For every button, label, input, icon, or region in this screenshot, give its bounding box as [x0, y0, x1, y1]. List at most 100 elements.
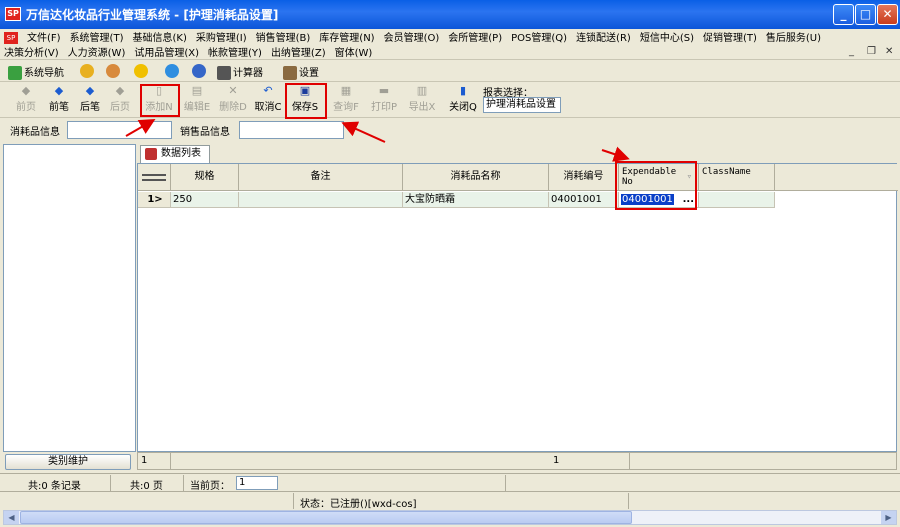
menu-item[interactable]: 窗体(W) [335, 44, 373, 59]
close-form-button[interactable]: ▮ 关闭Q [446, 85, 480, 115]
print-label: 打印P [370, 102, 398, 113]
nav-button[interactable]: 系统导航 [8, 64, 64, 80]
export-icon: ▥ [416, 84, 428, 97]
cell-classname[interactable] [699, 192, 775, 208]
nav-icon [8, 66, 22, 80]
calculator-button[interactable]: 计算器 [217, 64, 263, 80]
header-spec[interactable]: 规格 [171, 164, 239, 191]
menu-item[interactable]: 帐款管理(Y) [208, 44, 262, 59]
menu-row-1: SP 文件(F) 系统管理(T) 基础信息(K) 采购管理(I) 销售管理(B) 库存管理(… [0, 29, 830, 44]
app-logo-icon: SP [5, 7, 21, 21]
prev-record-button[interactable]: ◆ 前笔 [45, 85, 73, 115]
scroll-right-icon[interactable]: ▶ [881, 511, 896, 524]
footer-code-count: 1 [550, 453, 630, 469]
header-classname[interactable]: ClassName [699, 164, 775, 191]
next-record-button[interactable]: ◆ 后笔 [76, 85, 104, 115]
record-count: 共:0 条记录 [28, 481, 81, 492]
last-page-icon: ◆ [115, 84, 125, 97]
filter-bar: 消耗品信息 销售品信息 [0, 118, 900, 142]
category-tree-panel[interactable] [3, 144, 136, 452]
print-button[interactable]: ▬ 打印P [367, 85, 401, 115]
grid-corner-header [138, 164, 171, 191]
header-code[interactable]: 消耗编号 [549, 164, 619, 191]
menu-item[interactable]: 促销管理(T) [703, 29, 757, 44]
menu-item[interactable]: 基础信息(K) [132, 29, 186, 44]
horizontal-scrollbar[interactable]: ◀ ▶ [3, 510, 897, 525]
page-count: 共:0 页 [130, 481, 163, 492]
category-maintenance-button[interactable]: 类别维护 [5, 454, 131, 470]
window-title: 万信达化妆品行业管理系统 - [护理消耗品设置] [26, 8, 279, 22]
tab-data-list-label: 数据列表 [161, 148, 201, 159]
report-select-dropdown[interactable]: 护理消耗品设置 [483, 97, 561, 113]
export-label: 导出X [408, 102, 436, 113]
maximize-button[interactable]: □ [855, 4, 876, 25]
data-grid[interactable]: 规格 备注 消耗品名称 消耗编号 Expendable No ▿ ClassNam… [137, 163, 898, 452]
grid-footer: 1 1 [137, 452, 897, 470]
report-select: 报表选择： 护理消耗品设置 [483, 84, 561, 113]
menu-item[interactable]: 连锁配送(R) [576, 29, 631, 44]
calculator-label: 计算器 [233, 68, 263, 79]
status-divider [628, 493, 629, 509]
menu-item[interactable]: 会所管理(P) [448, 29, 502, 44]
edit-button[interactable]: ▤ 编辑E [180, 85, 214, 115]
export-button[interactable]: ▥ 导出X [405, 85, 439, 115]
close-form-label: 关闭Q [449, 102, 477, 113]
cancel-label: 取消C [254, 102, 282, 113]
menu-item[interactable]: POS管理(Q) [511, 29, 567, 44]
delete-button[interactable]: ✕ 删除D [216, 85, 250, 115]
menu-item[interactable]: 库存管理(N) [319, 29, 374, 44]
menu-item[interactable]: 人力资源(W) [68, 44, 126, 59]
globe-button[interactable] [165, 64, 181, 78]
row-indicator[interactable]: 1> [138, 192, 171, 208]
cell-code[interactable]: 04001001 [549, 192, 619, 208]
expendable-info-input[interactable] [67, 121, 172, 139]
close-button[interactable]: ✕ [877, 4, 898, 25]
menu-item[interactable]: 试用品管理(X) [134, 44, 199, 59]
registration-status: 状态：已注册()[wxd-cos] [300, 499, 417, 510]
menu-item[interactable]: 文件(F) [27, 29, 61, 44]
header-name[interactable]: 消耗品名称 [403, 164, 549, 191]
arrow-up-icon: ◆ [54, 84, 64, 97]
bell-button[interactable] [134, 64, 150, 78]
menu-item[interactable]: 会员管理(O) [384, 29, 440, 44]
menu-item[interactable]: 决策分析(V) [4, 44, 59, 59]
key-button[interactable] [80, 64, 96, 78]
first-page-icon: ◆ [21, 84, 31, 97]
tab-data-list[interactable]: 数据列表 [140, 145, 210, 163]
cell-name[interactable]: 大宝防晒霜 [403, 192, 549, 208]
cancel-button[interactable]: ↶ 取消C [252, 85, 284, 115]
query-button[interactable]: ▦ 查询F [329, 85, 363, 115]
header-remark[interactable]: 备注 [239, 164, 403, 191]
mdi-minimize-button[interactable]: _ [849, 46, 854, 57]
arrow-down-icon: ◆ [85, 84, 95, 97]
grid-menu-icon [142, 174, 166, 181]
title-bar: SP 万信达化妆品行业管理系统 - [护理消耗品设置] _ □ ✕ [0, 0, 900, 29]
status-divider [505, 475, 506, 491]
settings-button[interactable]: 设置 [283, 64, 319, 80]
current-page-label: 当前页： [190, 481, 230, 492]
cell-remark[interactable] [239, 192, 403, 208]
mdi-restore-button[interactable]: ❐ [867, 46, 876, 57]
menu-item[interactable]: 系统管理(T) [70, 29, 124, 44]
sales-info-input[interactable] [239, 121, 344, 139]
menu-logo-icon: SP [4, 32, 18, 44]
cell-spec[interactable]: 250 [171, 192, 239, 208]
scroll-left-icon[interactable]: ◀ [4, 511, 19, 524]
nav-label: 系统导航 [24, 68, 64, 79]
menu-item[interactable]: 采购管理(I) [196, 29, 247, 44]
users-button[interactable] [106, 64, 122, 78]
expendable-info-label: 消耗品信息 [10, 127, 60, 138]
minimize-button[interactable]: _ [833, 4, 854, 25]
menu-item[interactable]: 出纳管理(Z) [271, 44, 326, 59]
menu-item[interactable]: 售后服务(U) [766, 29, 821, 44]
menu-item[interactable]: 短信中心(S) [640, 29, 694, 44]
scrollbar-thumb[interactable] [20, 511, 632, 524]
last-page-button[interactable]: ◆ 后页 [106, 85, 134, 115]
current-page-input[interactable]: 1 [236, 476, 278, 490]
mdi-close-button[interactable]: ✕ [885, 46, 893, 57]
annotation-box-save [285, 83, 327, 119]
status-divider [110, 475, 111, 491]
info-button[interactable] [192, 64, 208, 78]
menu-item[interactable]: 销售管理(B) [256, 29, 311, 44]
first-page-button[interactable]: ◆ 前页 [12, 85, 40, 115]
